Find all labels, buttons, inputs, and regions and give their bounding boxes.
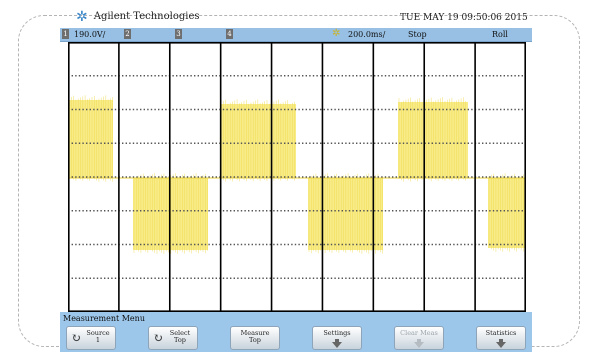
submenu-arrow-icon (395, 339, 443, 348)
trigger-spark-icon: ✲ (332, 28, 341, 39)
brand: ✲ Agilent Technologies (76, 8, 200, 25)
source-softkey[interactable]: ↻ Source 1 (66, 326, 116, 350)
menu-title: Measurement Menu (63, 314, 145, 323)
brand-name: Agilent Technologies (93, 11, 200, 22)
channel2-indicator[interactable]: 2 (124, 29, 131, 39)
channel3-indicator[interactable]: 3 (175, 29, 182, 39)
select-softkey[interactable]: ↻ Select Top (148, 326, 198, 350)
settings-label: Settings (323, 329, 351, 337)
measurement-menu: Measurement Menu ↻ Source 1 ↻ Select Top… (60, 312, 532, 352)
timebase: 200.0ms/ (348, 30, 386, 39)
channel1-indicator[interactable]: 1 (62, 29, 69, 39)
measure-value: Top (249, 336, 261, 344)
acquisition-mode: Roll (492, 30, 508, 39)
statistics-softkey[interactable]: Statistics (476, 326, 526, 350)
submenu-arrow-icon (313, 339, 361, 348)
agilent-spark-icon: ✲ (76, 8, 88, 25)
waveform-burst (68, 100, 113, 178)
datetime: TUE MAY 19 09:50:06 2015 (400, 13, 528, 23)
waveform-graticule (68, 42, 526, 312)
clear-meas-softkey[interactable]: Clear Meas (394, 326, 444, 350)
submenu-arrow-icon (477, 339, 525, 348)
statistics-label: Statistics (485, 329, 517, 337)
measure-softkey[interactable]: Measure Top (230, 326, 280, 350)
clear-meas-label: Clear Meas (400, 329, 438, 337)
channel4-indicator[interactable]: 4 (226, 29, 233, 39)
waveform-display (68, 42, 526, 312)
status-bar: 1 190.0V/ 2 3 4 ✲ 200.0ms/ Stop Roll (60, 28, 532, 42)
run-state: Stop (408, 30, 427, 39)
rotate-knob-icon: ↻ (71, 331, 82, 345)
channel1-scale: 190.0V/ (74, 30, 106, 39)
settings-softkey[interactable]: Settings (312, 326, 362, 350)
select-value: Top (174, 336, 186, 344)
source-value: 1 (95, 336, 101, 344)
rotate-knob-icon: ↻ (153, 331, 164, 345)
